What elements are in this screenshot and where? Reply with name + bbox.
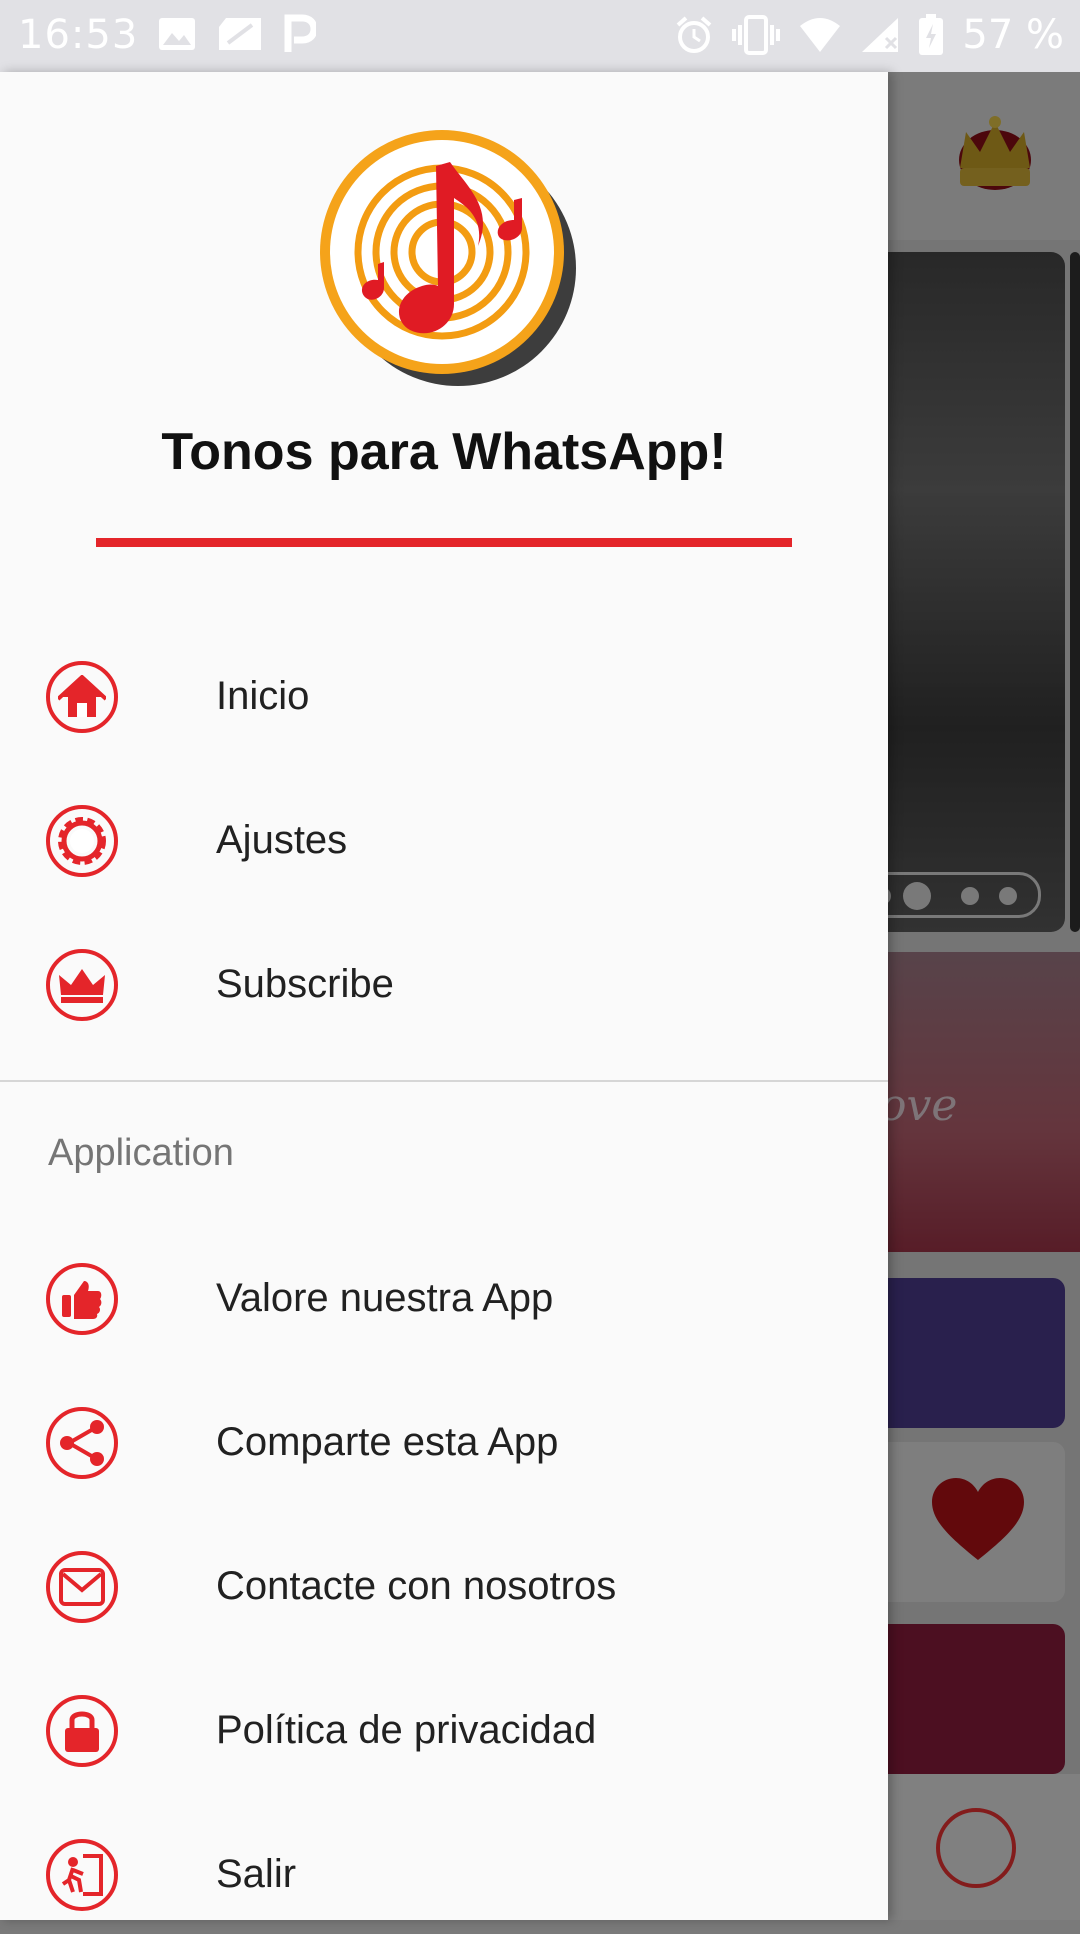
mail-icon bbox=[46, 1551, 118, 1623]
battery-icon bbox=[919, 14, 944, 55]
menu-item-label: Salir bbox=[216, 1852, 297, 1896]
lock-icon bbox=[46, 1695, 118, 1767]
crown-icon bbox=[46, 949, 118, 1021]
menu-item-label: Contacte con nosotros bbox=[216, 1564, 617, 1608]
status-bar: 16:53 57 % bbox=[0, 0, 1080, 72]
menu-item-subscribe[interactable]: Subscribe bbox=[0, 924, 888, 1044]
battery-percent: 57 % bbox=[962, 12, 1064, 58]
vibrate-icon bbox=[732, 15, 781, 55]
exit-icon bbox=[46, 1839, 118, 1911]
status-time: 16:53 bbox=[18, 12, 139, 58]
menu-item-valore[interactable]: Valore nuestra App bbox=[0, 1238, 888, 1358]
menu-item-inicio[interactable]: Inicio bbox=[0, 636, 888, 756]
p-letter-icon bbox=[284, 14, 316, 52]
gear-icon bbox=[46, 805, 118, 877]
menu-item-label: Subscribe bbox=[216, 962, 394, 1006]
cell-signal-icon bbox=[862, 18, 899, 52]
menu-item-label: Política de privacidad bbox=[216, 1708, 597, 1752]
image-icon bbox=[159, 18, 195, 50]
menu-item-label: Ajustes bbox=[216, 818, 348, 862]
navigation-drawer: Tonos para WhatsApp! Inicio Ajustes Subs… bbox=[0, 72, 888, 1920]
sd-card-icon bbox=[219, 18, 261, 50]
home-icon bbox=[46, 661, 118, 733]
section-header: Application bbox=[48, 1132, 234, 1174]
menu-item-privacidad[interactable]: Política de privacidad bbox=[0, 1670, 888, 1790]
alarm-icon bbox=[677, 16, 712, 53]
menu-item-salir[interactable]: Salir bbox=[0, 1814, 888, 1934]
wifi-icon bbox=[800, 18, 841, 52]
share-icon bbox=[46, 1407, 118, 1479]
thumbs-up-icon bbox=[46, 1263, 118, 1335]
menu-item-comparte[interactable]: Comparte esta App bbox=[0, 1382, 888, 1502]
app-logo bbox=[320, 130, 576, 386]
menu-item-label: Inicio bbox=[216, 674, 310, 718]
menu-item-label: Comparte esta App bbox=[216, 1420, 559, 1464]
menu-item-label: Valore nuestra App bbox=[216, 1276, 554, 1320]
title-underline bbox=[96, 538, 792, 547]
drawer-divider bbox=[0, 1080, 888, 1082]
menu-item-contacte[interactable]: Contacte con nosotros bbox=[0, 1526, 888, 1646]
app-title: Tonos para WhatsApp! bbox=[161, 423, 727, 481]
menu-item-ajustes[interactable]: Ajustes bbox=[0, 780, 888, 900]
